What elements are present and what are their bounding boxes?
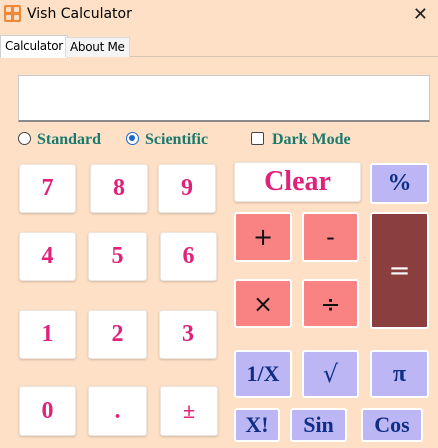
key-8[interactable]: 8 [90, 164, 148, 213]
key-0[interactable]: 0 [19, 386, 76, 436]
dark-mode-checkbox-option[interactable]: Dark Mode [251, 130, 351, 150]
clear-button[interactable]: Clear [234, 162, 361, 202]
multiply-button[interactable]: × [234, 279, 292, 328]
percent-button[interactable]: % [370, 163, 429, 204]
window-title: Vish Calculator [27, 6, 132, 22]
calculator-display[interactable] [18, 75, 430, 122]
close-icon[interactable]: ✕ [413, 3, 428, 25]
reciprocal-button[interactable]: 1/X [234, 350, 292, 398]
key-7[interactable]: 7 [19, 164, 76, 213]
factorial-button[interactable]: X! [234, 408, 280, 442]
scientific-label: Scientific [145, 131, 209, 148]
cos-button[interactable]: Cos [361, 408, 423, 442]
key-9[interactable]: 9 [158, 164, 216, 213]
calculator-app-icon [4, 5, 21, 22]
scientific-radio-icon[interactable] [126, 132, 139, 145]
standard-radio-option[interactable]: Standard [18, 130, 101, 150]
dark-mode-checkbox[interactable] [251, 132, 264, 145]
scientific-radio-option[interactable]: Scientific [126, 130, 208, 150]
standard-radio-icon[interactable] [18, 132, 31, 145]
pi-button[interactable]: π [370, 350, 429, 398]
plus-button[interactable]: + [234, 212, 292, 262]
divide-button[interactable]: ÷ [302, 279, 359, 328]
key-3[interactable]: 3 [159, 310, 217, 359]
key-plus-minus[interactable]: ± [160, 386, 218, 436]
key-4[interactable]: 4 [19, 232, 76, 281]
key-5[interactable]: 5 [88, 232, 147, 281]
minus-button[interactable]: - [302, 212, 359, 262]
key-2[interactable]: 2 [88, 310, 147, 359]
dark-mode-label: Dark Mode [272, 131, 351, 148]
key-dot[interactable]: . [88, 386, 147, 436]
sin-button[interactable]: Sin [290, 408, 347, 442]
tab-bar: Calculator About Me [0, 35, 438, 58]
standard-label: Standard [37, 131, 102, 148]
tab-calculator[interactable]: Calculator [0, 35, 68, 58]
key-1[interactable]: 1 [19, 310, 76, 359]
key-6[interactable]: 6 [160, 232, 217, 281]
equals-button[interactable]: = [370, 212, 429, 329]
tab-about-me[interactable]: About Me [65, 37, 130, 57]
title-bar: Vish Calculator ✕ [0, 0, 438, 30]
square-root-button[interactable]: √ [302, 350, 359, 398]
